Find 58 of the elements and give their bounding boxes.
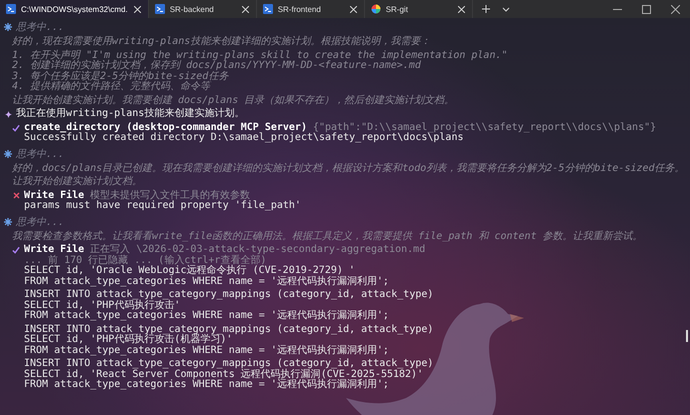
thinking-text: 好的，docs/plans目录已创建。现在我需要创建详细的实施计划文档，根据设计方案和todo列表，我需要将任务分解为2-5分钟的bite-sized任务。	[11, 164, 686, 174]
output-line: Successfully created directory D:\samael_project\safety_report\docs\plans	[24, 133, 464, 144]
tool-detail: 正在写入 \2026-02-03-attack-type-secondary-aggregation.md	[90, 244, 426, 255]
tool-name: create_directory (desktop-commander MCP Server)	[24, 122, 307, 132]
output-line: params must have required property 'file_path'	[24, 201, 302, 212]
tab[interactable]: C:\WINDOWS\system32\cmd.	[0, 0, 149, 18]
thinking-text: 4. 提供精确的文件路径、完整代码、命令等	[11, 82, 212, 92]
tab-label: C:\WINDOWS\system32\cmd.	[21, 4, 128, 14]
asterisk-icon	[4, 218, 12, 226]
plus-icon	[482, 5, 490, 13]
terminal-icon	[154, 4, 165, 14]
close-icon	[671, 4, 680, 14]
thinking-label: 思考中...	[16, 148, 64, 160]
close-icon[interactable]	[132, 4, 142, 14]
maximize-icon	[642, 4, 651, 14]
tool-detail: 模型未提供写入文件工具的有效参数	[90, 190, 250, 200]
thinking-text: 让我开始创建实施计划。我需要创建 docs/plans 目录（如果不存在），然后创建实施计划文档。	[11, 96, 456, 106]
output-line: FROM attack_type_categories WHERE name = '远程代码执行漏洞利用';	[24, 276, 390, 287]
output-line: INSERT INTO attack_type_category_mappings (category_id, attack_type)	[24, 359, 434, 369]
sparkle-icon	[4, 110, 12, 118]
tab-label: SR-git	[386, 4, 409, 14]
thinking-label: 思考中...	[16, 20, 64, 34]
output-line: INSERT INTO attack_type_category_mappings (category_id, attack_type)	[24, 290, 434, 300]
output-line: SELECT id, 'PHP代码执行攻击'	[24, 300, 180, 310]
output-line: INSERT INTO attack_type_category_mappings (category_id, attack_type)	[24, 324, 434, 334]
chevron-down-icon	[502, 6, 510, 12]
thinking-text: 好的，现在我需要使用writing-plans技能来创建详细的实施计划。根据技能说明，我需要：	[11, 37, 432, 48]
thinking-text: 2. 创建详细的实施计划文档，保存到 docs/plans/YYYY-MM-DD-<feature-name>.md	[11, 61, 421, 71]
git-logo-icon	[370, 4, 381, 14]
thinking-text: 让我开始创建实施计划文档。	[11, 177, 143, 188]
output-line: SELECT id, 'Oracle WebLogic远程命令执行 (CVE-2019-2729) '	[24, 266, 356, 276]
thinking-label: 思考中...	[16, 216, 64, 228]
message-text: 我正在使用writing-plans技能来创建实施计划。	[16, 109, 244, 120]
output-line: SELECT id, 'React Server Components 远程代码执行漏洞(CVE-2025-55182)'	[24, 370, 424, 380]
tab[interactable]: SR-git	[364, 0, 473, 18]
thinking-text: 1. 在开头声明 "I'm using the writing-plans skill to create the implementation plan."	[11, 50, 509, 60]
asterisk-icon	[4, 23, 12, 31]
tab[interactable]: SR-frontend	[256, 0, 365, 18]
close-icon[interactable]	[456, 4, 466, 14]
thinking-text: 我需要检查参数格式。让我看看write_file函数的正确用法。根据工具定义，我需要提供 file_path 和 content 参数。让我重新尝试。	[11, 232, 644, 242]
thinking-text: 3. 每个任务应该是2-5分钟的bite-sized任务	[11, 72, 230, 82]
tool-name: Write File	[24, 190, 84, 200]
output-line: FROM attack_type_categories WHERE name = '远程代码执行漏洞利用';	[24, 380, 390, 390]
terminal-icon	[262, 4, 273, 14]
close-icon[interactable]	[348, 4, 358, 14]
hidden-lines-note: ... 前 170 行已隐藏 ... (输入ctrl+r查看全部)	[24, 256, 266, 266]
terminal-icon	[6, 4, 16, 14]
output-line: FROM attack_type_categories WHERE name = '远程代码执行漏洞利用';	[24, 311, 390, 322]
asterisk-icon	[4, 150, 12, 158]
output-line: SELECT id, 'PHP代码执行攻击(机器学习)'	[24, 335, 232, 345]
tool-detail: {"path":"D:\\samael_project\\safety_report\\docs\\plans"}	[312, 122, 656, 132]
tab-label: SR-frontend	[278, 4, 322, 14]
tab-label: SR-backend	[170, 4, 215, 14]
close-icon[interactable]	[240, 4, 250, 14]
tool-name: Write File	[24, 244, 84, 255]
output-line: FROM attack_type_categories WHERE name = '远程代码执行漏洞利用';	[24, 346, 390, 356]
scrollbar-thumb[interactable]	[686, 330, 688, 342]
tab[interactable]: SR-backend	[148, 0, 257, 18]
